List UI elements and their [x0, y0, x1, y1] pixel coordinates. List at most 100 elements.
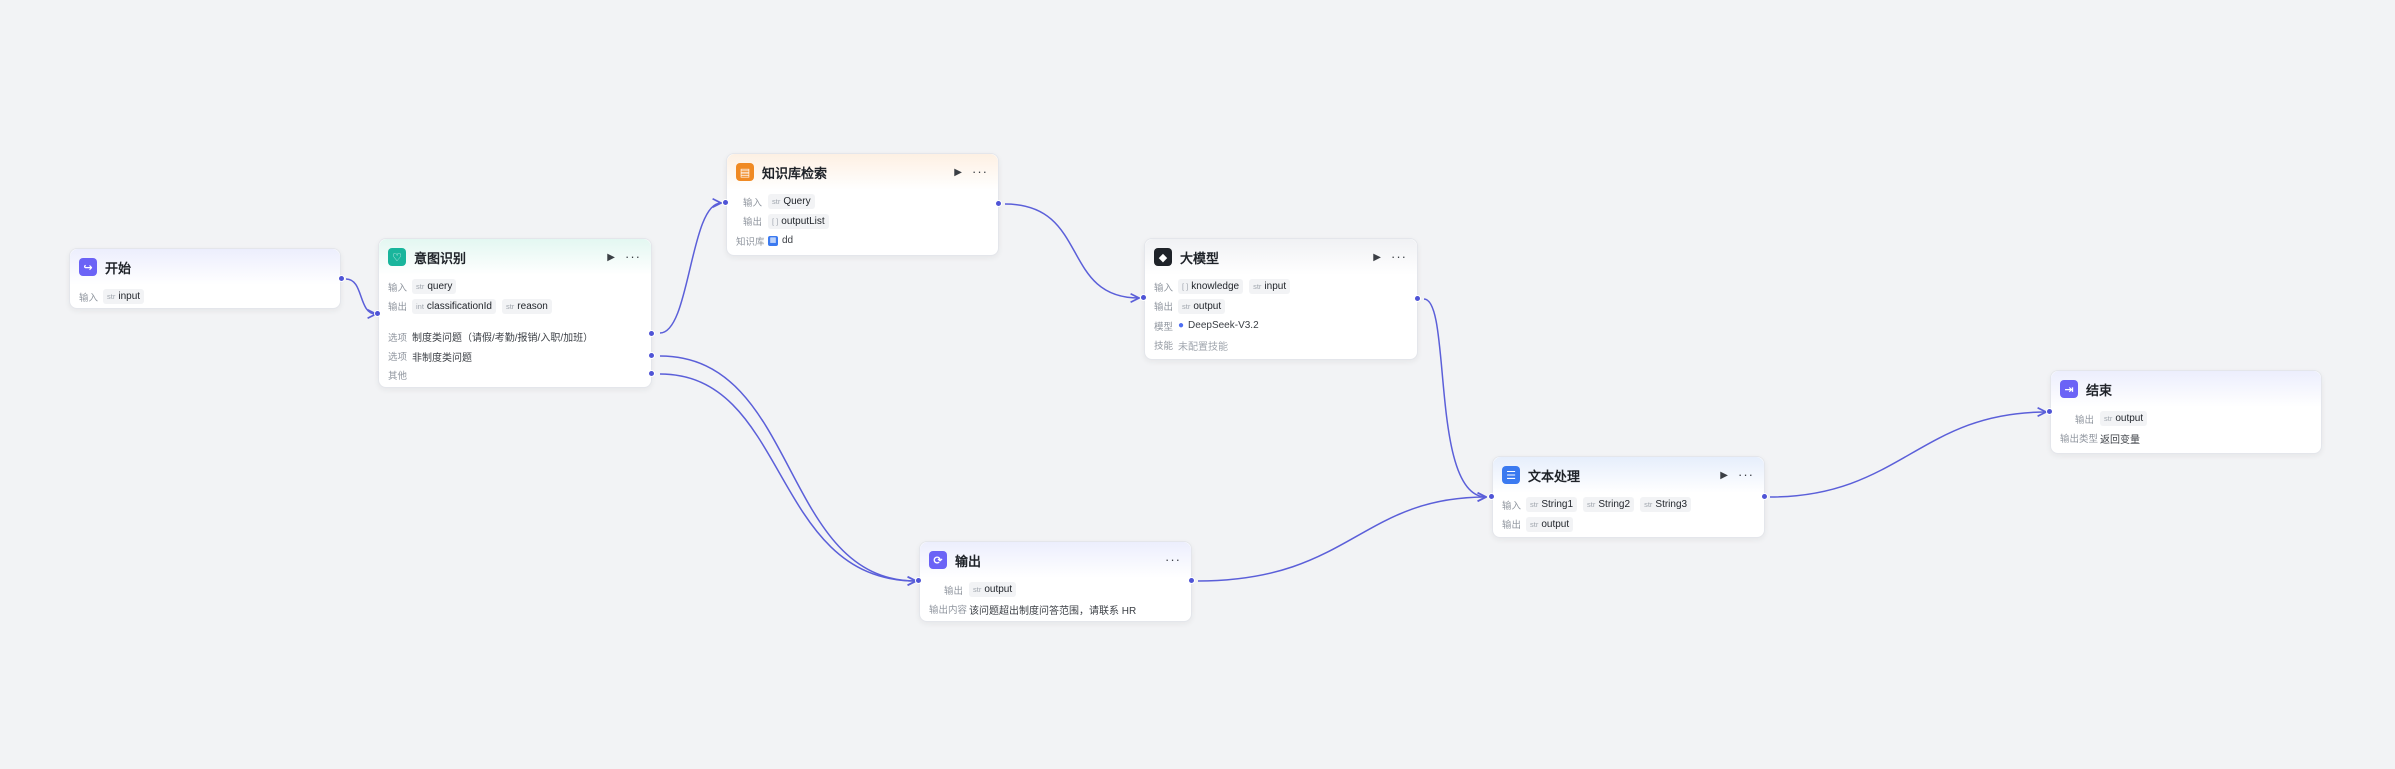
text-processing-icon: ☰ — [1502, 466, 1520, 484]
output-content-row: 输出内容 该问题超出制度问答范围，请联系 HR — [929, 600, 1181, 620]
play-icon[interactable]: ▶ — [1373, 252, 1381, 263]
llm-output-row: 输出 str output — [1154, 297, 1407, 317]
kb-label: 知识库 — [736, 236, 765, 248]
more-icon[interactable]: ··· — [1738, 468, 1754, 481]
more-icon[interactable]: ··· — [625, 250, 641, 263]
port-llm-in[interactable] — [1140, 294, 1147, 301]
edge-intent-output-2[interactable] — [659, 373, 916, 581]
variable-chip[interactable]: str input — [1249, 279, 1291, 295]
port-output-in[interactable] — [915, 577, 922, 584]
node-end[interactable]: ⇥ 结束 输出 str output 输出类型 返回变量 — [2050, 370, 2322, 454]
input-label: 输入 — [1154, 282, 1174, 294]
variable-chip[interactable]: str String1 — [1526, 497, 1578, 513]
node-llm-title: 大模型 — [1180, 250, 1220, 266]
end-output-row: 输出 str output — [2060, 409, 2311, 429]
variable-chip[interactable]: str String3 — [1640, 497, 1692, 513]
output-var-row: 输出 str output — [929, 580, 1181, 600]
port-intent-other[interactable] — [648, 370, 655, 377]
intent-input-row: 输入 str query — [388, 277, 641, 297]
play-icon[interactable]: ▶ — [954, 167, 962, 178]
port-intent-in[interactable] — [374, 310, 381, 317]
edge-knowledge-llm[interactable] — [1004, 203, 1139, 298]
node-start[interactable]: ↪ 开始 输入 str input — [69, 248, 341, 309]
port-end-in[interactable] — [2046, 408, 2053, 415]
play-icon[interactable]: ▶ — [607, 252, 615, 263]
option-text: 制度类问题（请假/考勤/报销/入职/加班） — [412, 333, 594, 345]
port-text-out[interactable] — [1761, 493, 1768, 500]
llm-icon: ◆ — [1154, 248, 1172, 266]
model-label: 模型 — [1154, 321, 1174, 333]
node-text[interactable]: ☰ 文本处理 ▶ ··· 输入 str String1 str String2 st… — [1492, 456, 1765, 538]
intent-option-1[interactable]: 选项 制度类问题（请假/考勤/报销/入职/加班） — [388, 327, 641, 347]
intent-icon: ♡ — [388, 248, 406, 266]
node-end-title: 结束 — [2086, 382, 2113, 398]
more-icon[interactable]: ··· — [1391, 250, 1407, 263]
play-icon[interactable]: ▶ — [1720, 470, 1728, 481]
kb-name: dd — [782, 235, 794, 247]
node-knowledge-title: 知识库检索 — [762, 165, 828, 181]
content-label: 输出内容 — [929, 605, 968, 617]
end-icon: ⇥ — [2060, 380, 2078, 398]
output-label: 输出 — [943, 585, 963, 597]
input-label: 输入 — [1502, 500, 1522, 512]
variable-chip[interactable]: str input — [103, 289, 145, 305]
option-label: 其他 — [388, 370, 408, 382]
port-intent-option-2[interactable] — [648, 352, 655, 359]
variable-chip[interactable]: str output — [2100, 411, 2148, 427]
node-knowledge[interactable]: ▤ 知识库检索 ▶ ··· 输入 str Query 输出 [ ] outputLi… — [726, 153, 999, 256]
variable-chip[interactable]: str output — [969, 582, 1017, 598]
output-icon: ⟳ — [929, 551, 947, 569]
intent-option-other[interactable]: 其他 — [388, 366, 641, 383]
output-label: 输出 — [2074, 414, 2094, 426]
llm-skill-row: 技能 未配置技能 — [1154, 336, 1407, 356]
node-knowledge-header: ▤ 知识库检索 ▶ ··· — [727, 154, 998, 190]
port-knowledge-out[interactable] — [995, 200, 1002, 207]
intent-output-row: 输出 int classificationId str reason — [388, 297, 641, 317]
variable-chip[interactable]: str output — [1526, 516, 1574, 532]
variable-chip[interactable]: [ ] outputList — [768, 213, 829, 229]
variable-chip[interactable]: str reason — [501, 298, 552, 314]
variable-chip[interactable]: [ ] knowledge — [1178, 279, 1244, 295]
llm-input-row: 输入 [ ] knowledge str input — [1154, 277, 1407, 297]
node-llm[interactable]: ◆ 大模型 ▶ ··· 输入 [ ] knowledge str input 输出 … — [1144, 238, 1418, 360]
node-intent[interactable]: ♡ 意图识别 ▶ ··· 输入 str query 输出 int classific… — [378, 238, 652, 388]
edge-start-intent[interactable] — [345, 278, 376, 314]
edge-intent-knowledge[interactable] — [659, 203, 721, 334]
variable-chip[interactable]: str output — [1178, 298, 1226, 314]
more-icon[interactable]: ··· — [972, 165, 988, 178]
variable-chip[interactable]: str query — [412, 279, 457, 295]
start-icon: ↪ — [79, 258, 97, 276]
intent-option-2[interactable]: 选项 非制度类问题 — [388, 347, 641, 367]
edge-llm-text[interactable] — [1423, 298, 1486, 497]
variable-chip[interactable]: int classificationId — [412, 298, 496, 314]
output-label: 输出 — [1154, 302, 1174, 314]
end-type-row: 输出类型 返回变量 — [2060, 429, 2311, 449]
variable-chip[interactable]: str String2 — [1583, 497, 1635, 513]
node-intent-title: 意图识别 — [414, 250, 467, 266]
output-label: 输出 — [1502, 520, 1522, 532]
option-label: 选项 — [388, 332, 408, 344]
port-text-in[interactable] — [1488, 493, 1495, 500]
port-output-out[interactable] — [1188, 577, 1195, 584]
database-icon: ▦ — [768, 235, 778, 246]
edges-layer — [345, 0, 2395, 769]
model-name: DeepSeek-V3.2 — [1188, 320, 1259, 332]
node-text-header: ☰ 文本处理 ▶ ··· — [1493, 457, 1764, 493]
port-intent-option-1[interactable] — [648, 330, 655, 337]
node-output[interactable]: ⟳ 输出 ··· 输出 str output 输出内容 该问题超出制度问答范围，请… — [919, 541, 1192, 622]
edge-intent-output-1[interactable] — [659, 355, 916, 581]
edge-text-end[interactable] — [1769, 412, 2046, 498]
input-label: 输入 — [742, 197, 762, 209]
port-knowledge-in[interactable] — [722, 199, 729, 206]
type-text: 返回变量 — [2100, 434, 2140, 446]
node-end-header: ⇥ 结束 — [2051, 371, 2321, 407]
port-start-out[interactable] — [338, 275, 345, 282]
node-llm-header: ◆ 大模型 ▶ ··· — [1145, 239, 1417, 275]
more-icon[interactable]: ··· — [1165, 553, 1181, 566]
variable-chip[interactable]: str Query — [768, 194, 815, 210]
node-intent-header: ♡ 意图识别 ▶ ··· — [379, 239, 651, 275]
option-text: 非制度类问题 — [412, 352, 472, 364]
text-input-row: 输入 str String1 str String2 str String3 — [1502, 495, 1754, 515]
edge-output-text[interactable] — [1197, 497, 1486, 582]
port-llm-out[interactable] — [1414, 295, 1421, 302]
